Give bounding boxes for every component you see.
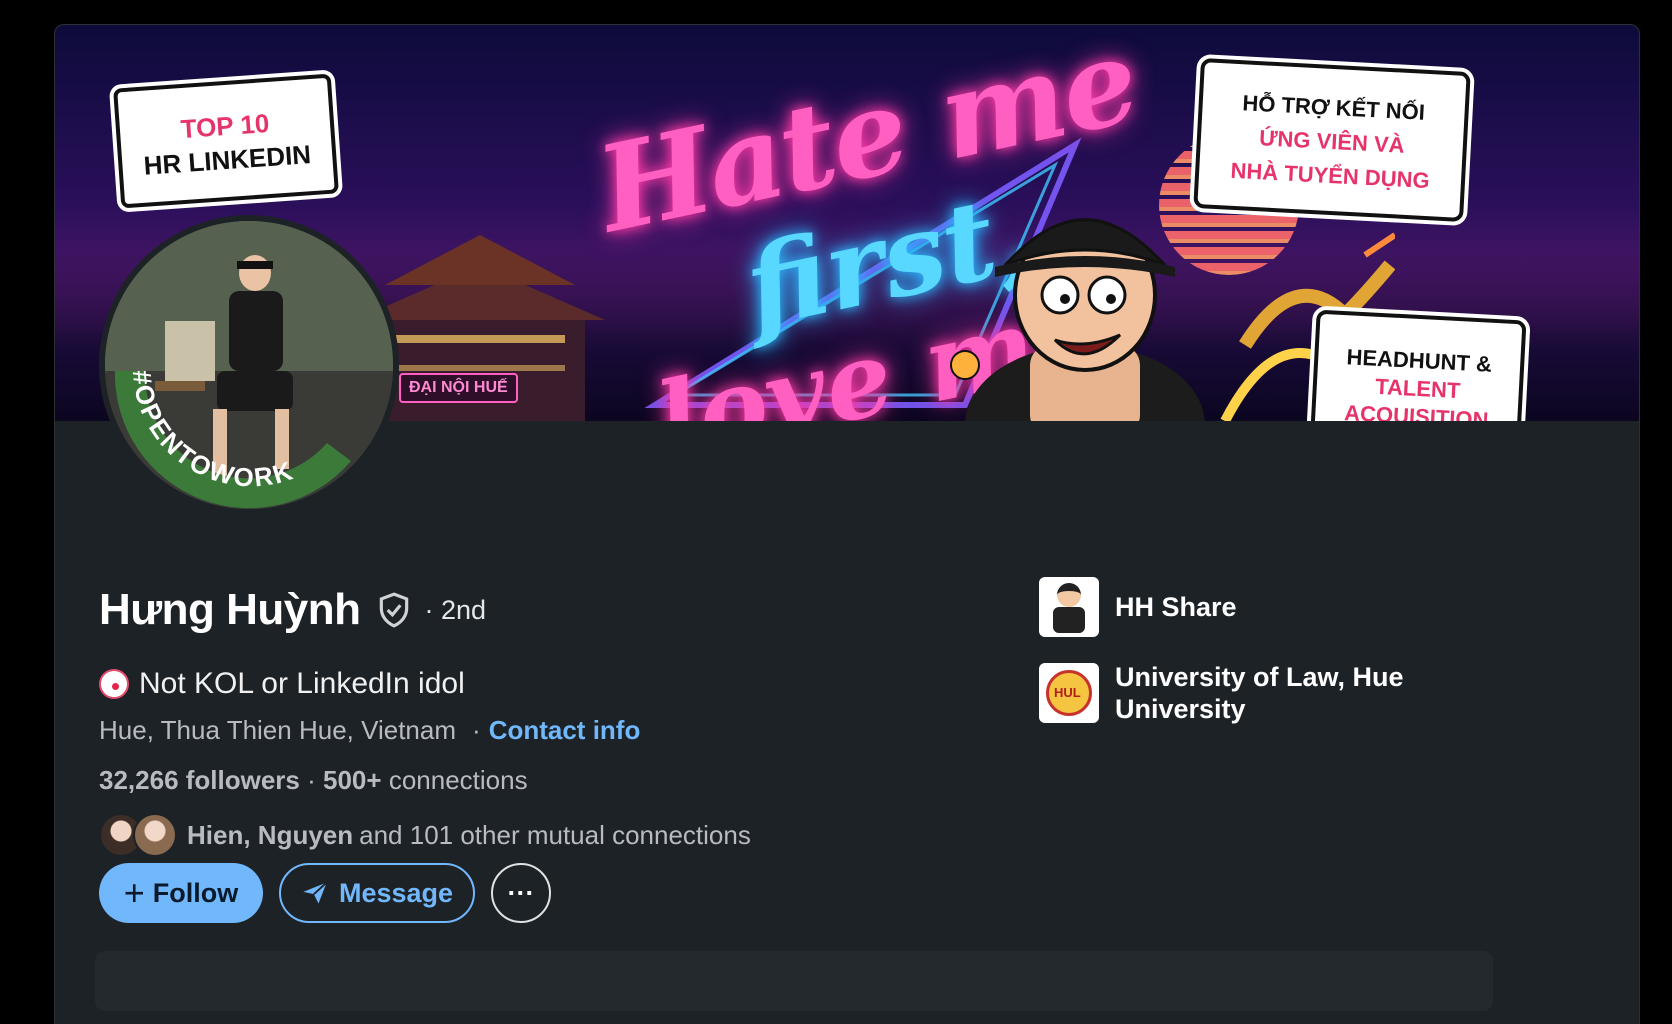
- next-section-panel: [95, 951, 1493, 1011]
- send-icon: [303, 881, 328, 904]
- profile-photo[interactable]: #OPENTOWORK: [99, 215, 399, 515]
- opentowork-badge-text: #OPENTOWORK: [127, 369, 296, 493]
- banner-bubble-top10: TOP 10 HR LINKEDIN: [113, 73, 339, 209]
- company-logo: [1039, 577, 1099, 637]
- followers-count[interactable]: 32,266 followers: [99, 765, 300, 795]
- contact-info-link[interactable]: Contact info: [489, 715, 641, 746]
- company-logo-figure-body: [1053, 607, 1085, 633]
- banner-bubble-headhunt: HEADHUNT & TALENT ACQUISITION: [1309, 309, 1527, 421]
- svg-text:#OPENTOWORK: #OPENTOWORK: [127, 369, 298, 493]
- follow-label: Follow: [152, 877, 239, 908]
- profile-actions: + Follow Message ···: [99, 863, 551, 923]
- banner-palace-sign: ĐẠI NỘI HUẾ: [399, 373, 518, 403]
- profile-headline: Not KOL or LinkedIn idol: [99, 667, 465, 701]
- profile-name: Hưng Huỳnh: [99, 585, 361, 634]
- banner-cartoon-character: [950, 218, 1205, 421]
- separator-dot: ·: [307, 765, 324, 795]
- avatar: #OPENTOWORK: [105, 221, 393, 509]
- company-name: HH Share: [1115, 592, 1237, 622]
- mutual-avatar: [133, 813, 177, 857]
- company-logo-figure: [1057, 583, 1081, 607]
- more-icon: ···: [507, 877, 535, 908]
- clown-emoji-icon: [99, 669, 129, 699]
- verified-shield-icon[interactable]: [375, 591, 413, 629]
- mutual-rest: and 101 other mutual connections: [359, 819, 751, 850]
- more-button[interactable]: ···: [491, 863, 551, 923]
- profile-location: Hue, Thua Thien Hue, Vietnam: [99, 715, 457, 745]
- location-row: Hue, Thua Thien Hue, Vietnam · Contact i…: [99, 715, 640, 746]
- connections-count[interactable]: 500+: [323, 765, 382, 795]
- profile-card: ĐẠI NỘI HUẾ Hate me first, love me TOP 1…: [54, 24, 1640, 1024]
- plus-icon: +: [123, 872, 145, 913]
- follow-button[interactable]: + Follow: [99, 863, 263, 923]
- school-logo: [1039, 663, 1099, 723]
- mutual-names: Hien, Nguyen: [187, 819, 354, 850]
- stats-row: 32,266 followers · 500+ connections: [99, 765, 528, 796]
- message-label: Message: [338, 877, 454, 908]
- headline-text: Not KOL or LinkedIn idol: [139, 667, 465, 700]
- education-school[interactable]: University of Law, Hue University: [1039, 661, 1415, 725]
- current-company[interactable]: HH Share: [1039, 577, 1237, 637]
- separator-dot: ·: [472, 715, 481, 745]
- school-seal-icon: [1046, 670, 1092, 716]
- opentowork-ring: #OPENTOWORK: [114, 369, 351, 509]
- banner-bubble-support: HỖ TRỢ KẾT NỐI ỨNG VIÊN VÀ NHÀ TUYỂN DỤN…: [1193, 58, 1471, 222]
- name-row: Hưng Huỳnh · 2nd: [99, 585, 486, 635]
- mutual-avatars: [99, 813, 177, 857]
- message-button[interactable]: Message: [279, 863, 475, 923]
- mutual-connections[interactable]: Hien, Nguyen and 101 other mutual connec…: [99, 813, 751, 857]
- school-name: University of Law, Hue University: [1115, 662, 1404, 724]
- connection-degree: · 2nd: [424, 594, 487, 625]
- connections-label: connections: [388, 765, 528, 795]
